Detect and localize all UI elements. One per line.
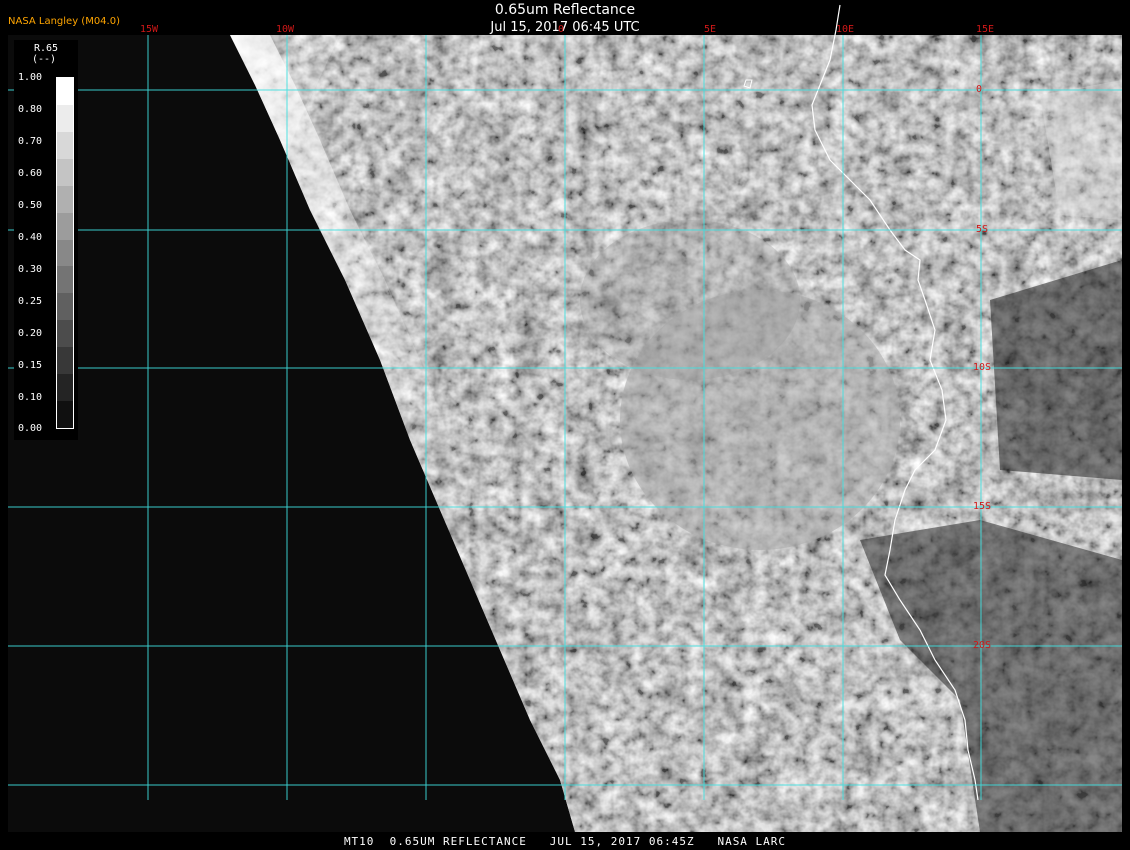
legend-color-cell [57,239,73,267]
legend-color-cell [57,293,73,321]
legend-color-cell [57,374,73,402]
legend-tick: 0.20 [18,328,43,339]
legend-color-cell [57,185,73,213]
color-legend: R.65 (--) 1.00 0.80 0.70 0.60 0.50 0.40 … [14,40,78,440]
legend-color-cell [57,401,73,428]
legend-color-cell [57,104,73,132]
lat-label-20s: 20S [973,640,992,651]
map-title: 0.65um Reflectance [494,2,636,18]
map-timestamp: Jul 15, 2017 06:45 UTC [490,20,640,35]
lon-label-15e: 15E [976,24,995,35]
legend-color-cell [57,347,73,375]
lat-label-5s: 5S [976,224,989,235]
legend-color-cell [57,266,73,294]
legend-tick: 0.30 [18,264,43,275]
lon-label-0: 0 [558,24,565,35]
legend-tick: 0.25 [18,296,43,307]
legend-tick: 0.70 [18,136,43,147]
lon-label-10w: 10W [276,24,295,35]
lon-label-5e: 5E [704,24,717,35]
legend-tick: 0.00 [18,423,43,434]
legend-color-cell [57,131,73,159]
legend-tick: 0.10 [18,392,43,403]
lon-label-15w: 15W [140,24,159,35]
lat-label-0: 0 [976,84,983,95]
lon-label-10e: 10E [836,24,855,35]
legend-tick: 0.80 [18,104,43,115]
legend-unit: (--) [32,54,57,65]
legend-color-cell [57,320,73,348]
satellite-imagery-map [0,0,1130,850]
legend-color-cell [57,78,73,105]
legend-color-cell [57,212,73,240]
legend-variable: R.65 [34,43,59,54]
lat-label-10s: 10S [973,362,992,373]
legend-tick: 0.50 [18,200,43,211]
legend-tick: 1.00 [18,72,43,83]
legend-colorbar [56,77,74,429]
lat-label-15s: 15S [973,501,992,512]
legend-tick: 0.40 [18,232,43,243]
legend-tick: 0.60 [18,168,43,179]
legend-color-cell [57,158,73,186]
footer-caption: MT10 0.65UM REFLECTANCE JUL 15, 2017 06:… [343,835,787,848]
legend-tick: 0.15 [18,360,43,371]
